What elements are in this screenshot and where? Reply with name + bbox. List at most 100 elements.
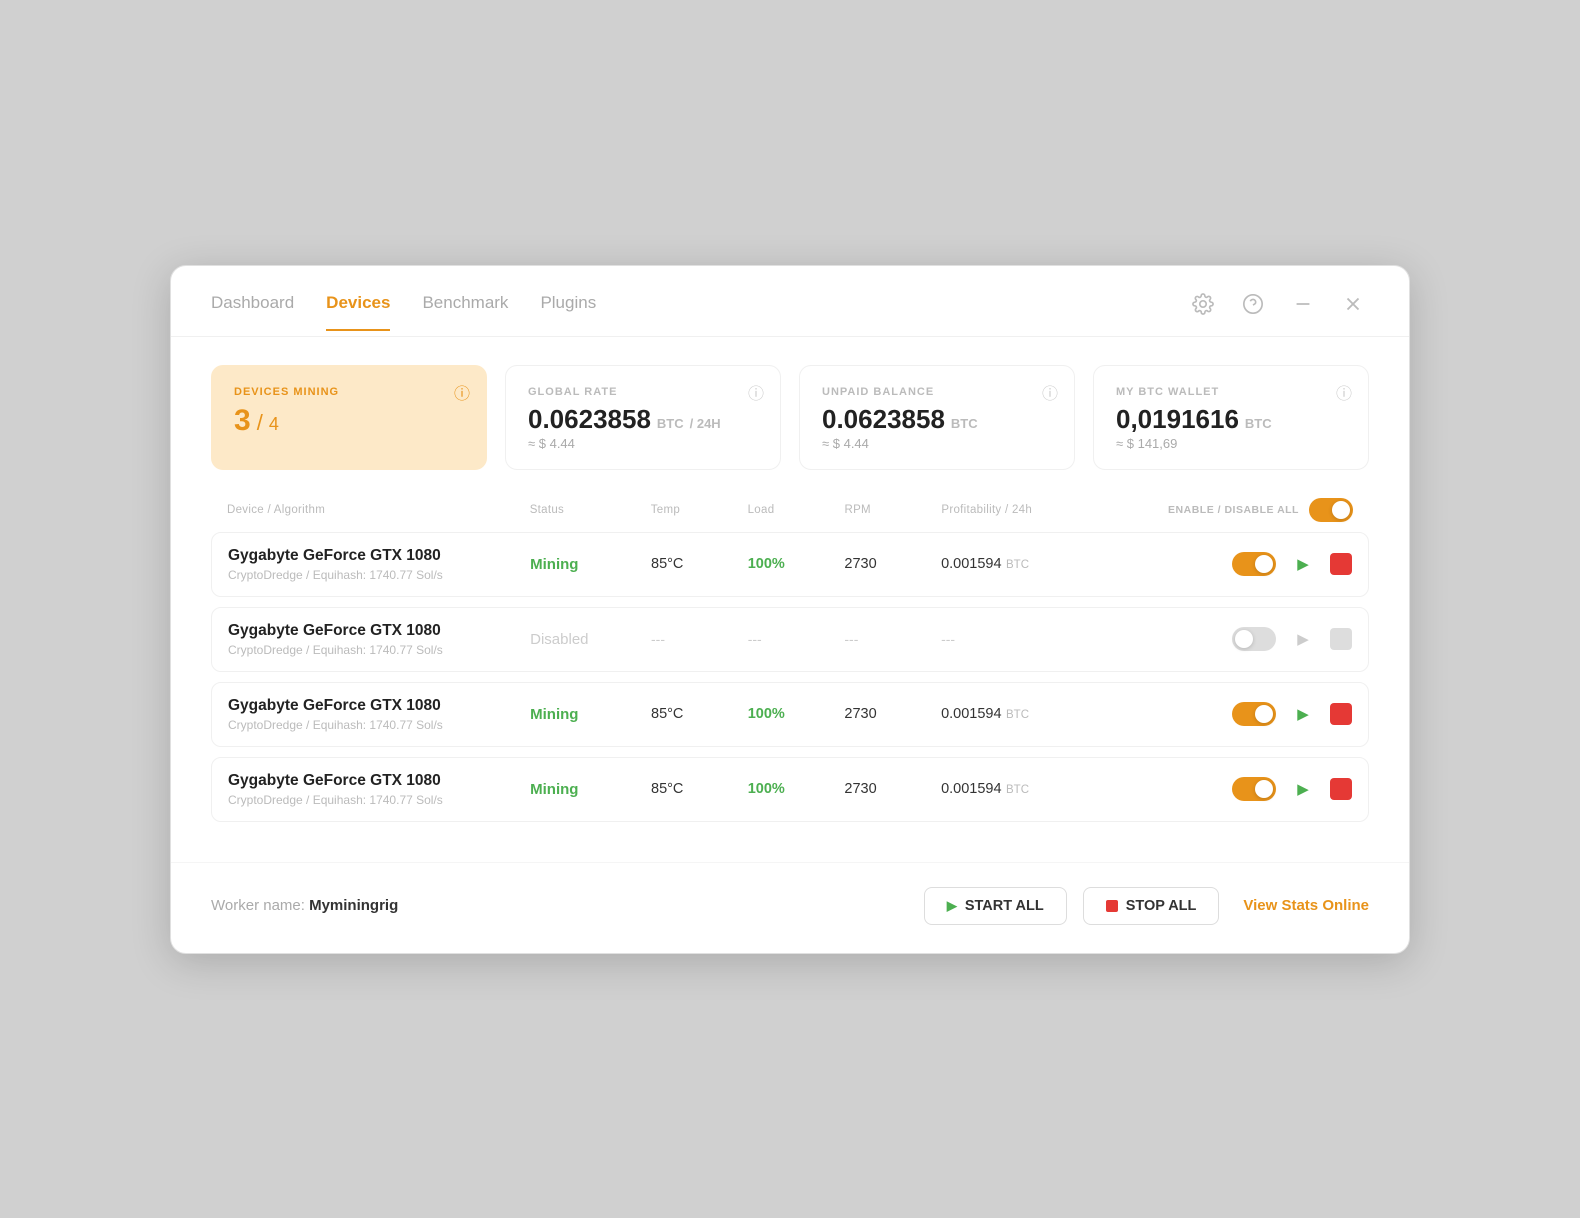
enable-disable-all-toggle[interactable] <box>1309 498 1353 522</box>
device-table: Device / Algorithm Status Temp Load RPM … <box>211 498 1369 822</box>
devices-mining-denom: 4 <box>269 414 279 435</box>
unpaid-balance-sub: ≈ $ 4.44 <box>822 436 1052 451</box>
device-name-1: Gygabyte GeForce GTX 1080 <box>228 547 530 565</box>
table-row: Gygabyte GeForce GTX 1080 CryptoDredge /… <box>211 532 1369 597</box>
device-info-3: Gygabyte GeForce GTX 1080 CryptoDredge /… <box>228 697 530 732</box>
close-icon[interactable] <box>1337 288 1369 320</box>
global-rate-sub: ≈ $ 4.44 <box>528 436 758 451</box>
stop-all-button[interactable]: STOP ALL <box>1083 887 1220 925</box>
toggle-knob-1 <box>1255 555 1273 573</box>
table-row: Gygabyte GeForce GTX 1080 CryptoDredge /… <box>211 757 1369 822</box>
nav-bar: Dashboard Devices Benchmark Plugins <box>171 266 1409 337</box>
device-temp-4: 85°C <box>651 781 748 797</box>
btc-wallet-value: 0,0191616 <box>1116 406 1239 432</box>
global-rate-info-icon[interactable]: ⓘ <box>748 380 764 404</box>
profit-unit-4: BTC <box>1006 784 1029 796</box>
unpaid-balance-info-icon[interactable]: ⓘ <box>1042 380 1058 404</box>
device-profit-4: 0.001594 BTC <box>941 780 1110 798</box>
tab-dashboard[interactable]: Dashboard <box>211 293 294 331</box>
help-icon[interactable] <box>1237 288 1269 320</box>
col-profitability: Profitability / 24h <box>941 504 1111 516</box>
devices-mining-value: 3 <box>234 406 251 436</box>
app-window: Dashboard Devices Benchmark Plugins <box>170 265 1410 954</box>
profit-value-3: 0.001594 <box>941 706 1001 722</box>
device-info-1: Gygabyte GeForce GTX 1080 CryptoDredge /… <box>228 547 530 582</box>
minimize-icon[interactable] <box>1287 288 1319 320</box>
play-button-4[interactable]: ▶ <box>1288 774 1318 804</box>
stop-button-2[interactable] <box>1330 628 1352 650</box>
device-load-4: 100% <box>748 781 845 797</box>
row-toggle-1[interactable] <box>1232 552 1276 576</box>
btc-wallet-value-row: 0,0191616 BTC <box>1116 406 1346 432</box>
profit-unit-3: BTC <box>1006 709 1029 721</box>
device-rpm-1: 2730 <box>844 556 941 572</box>
device-name-4: Gygabyte GeForce GTX 1080 <box>228 772 530 790</box>
start-all-button[interactable]: ▶ START ALL <box>924 887 1067 925</box>
unpaid-balance-label: UNPAID BALANCE <box>822 386 1052 398</box>
row-controls-4: ▶ <box>1110 774 1352 804</box>
worker-prefix: Worker name: <box>211 897 305 914</box>
device-algo-4: CryptoDredge / Equihash: 1740.77 Sol/s <box>228 793 530 807</box>
toggle-2[interactable] <box>1232 627 1276 651</box>
row-controls-1: ▶ <box>1110 549 1352 579</box>
tab-benchmark[interactable]: Benchmark <box>422 293 508 331</box>
tab-devices[interactable]: Devices <box>326 293 390 331</box>
col-device: Device / Algorithm <box>227 504 530 516</box>
device-temp-1: 85°C <box>651 556 748 572</box>
stop-button-3[interactable] <box>1330 703 1352 725</box>
play-button-3[interactable]: ▶ <box>1288 699 1318 729</box>
stat-unpaid-balance: ⓘ UNPAID BALANCE 0.0623858 BTC ≈ $ 4.44 <box>799 365 1075 470</box>
main-content: ⓘ DEVICES MINING 3 / 4 ⓘ GLOBAL RATE 0.0… <box>171 337 1409 862</box>
device-status-2: Disabled <box>530 631 651 648</box>
stat-btc-wallet: ⓘ MY BTC WALLET 0,0191616 BTC ≈ $ 141,69 <box>1093 365 1369 470</box>
device-status-3: Mining <box>530 706 651 723</box>
toggle-3[interactable] <box>1232 702 1276 726</box>
stop-button-1[interactable] <box>1330 553 1352 575</box>
start-all-play-icon: ▶ <box>947 898 957 914</box>
col-rpm: RPM <box>844 504 941 516</box>
unpaid-balance-value: 0.0623858 <box>822 406 945 432</box>
col-load: Load <box>748 504 845 516</box>
table-row: Gygabyte GeForce GTX 1080 CryptoDredge /… <box>211 682 1369 747</box>
row-toggle-4[interactable] <box>1232 777 1276 801</box>
settings-icon[interactable] <box>1187 288 1219 320</box>
device-profit-2: --- <box>941 631 1110 647</box>
device-temp-3: 85°C <box>651 706 748 722</box>
footer-actions: ▶ START ALL STOP ALL View Stats Online <box>924 887 1369 925</box>
device-profit-3: 0.001594 BTC <box>941 705 1110 723</box>
play-button-2[interactable]: ▶ <box>1288 624 1318 654</box>
btc-wallet-unit: BTC <box>1245 416 1272 431</box>
stop-all-stop-icon <box>1106 900 1118 912</box>
start-all-label: START ALL <box>965 898 1044 914</box>
footer: Worker name: Myminingrig ▶ START ALL STO… <box>171 862 1409 953</box>
table-header: Device / Algorithm Status Temp Load RPM … <box>211 498 1369 532</box>
global-rate-per: / 24h <box>690 416 721 431</box>
toggle-1[interactable] <box>1232 552 1276 576</box>
devices-mining-value-row: 3 / 4 <box>234 406 464 436</box>
devices-mining-slash: / <box>257 410 263 436</box>
device-info-4: Gygabyte GeForce GTX 1080 CryptoDredge /… <box>228 772 530 807</box>
devices-mining-info-icon[interactable]: ⓘ <box>454 380 470 404</box>
stats-row: ⓘ DEVICES MINING 3 / 4 ⓘ GLOBAL RATE 0.0… <box>211 365 1369 470</box>
toggle-4[interactable] <box>1232 777 1276 801</box>
row-controls-2: ▶ <box>1110 624 1352 654</box>
btc-wallet-info-icon[interactable]: ⓘ <box>1336 380 1352 404</box>
toggle-all[interactable] <box>1309 498 1353 522</box>
play-button-1[interactable]: ▶ <box>1288 549 1318 579</box>
row-toggle-3[interactable] <box>1232 702 1276 726</box>
profit-unit-1: BTC <box>1006 559 1029 571</box>
btc-wallet-sub: ≈ $ 141,69 <box>1116 436 1346 451</box>
stop-button-4[interactable] <box>1330 778 1352 800</box>
device-rpm-3: 2730 <box>844 706 941 722</box>
view-stats-button[interactable]: View Stats Online <box>1243 887 1369 924</box>
toggle-knob-4 <box>1255 780 1273 798</box>
device-load-3: 100% <box>748 706 845 722</box>
devices-mining-label: DEVICES MINING <box>234 386 464 398</box>
row-toggle-2[interactable] <box>1232 627 1276 651</box>
worker-label: Worker name: Myminingrig <box>211 897 924 914</box>
device-algo-2: CryptoDredge / Equihash: 1740.77 Sol/s <box>228 643 530 657</box>
col-temp: Temp <box>651 504 748 516</box>
nav-actions <box>1187 288 1369 336</box>
tab-plugins[interactable]: Plugins <box>540 293 596 331</box>
device-load-1: 100% <box>748 556 845 572</box>
